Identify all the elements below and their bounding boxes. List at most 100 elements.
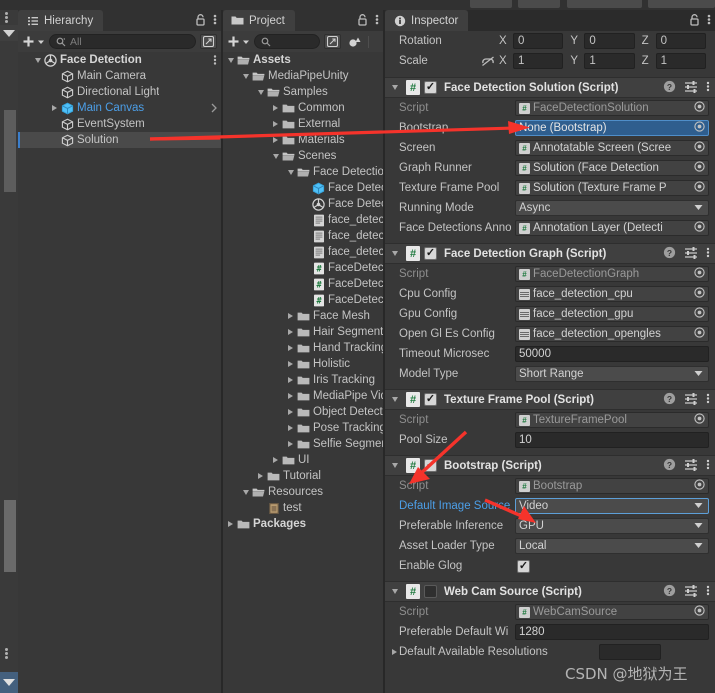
disclosure-down-icon[interactable] (240, 68, 251, 84)
project-item-resources[interactable]: Resources (223, 484, 383, 500)
component-enabled-checkbox[interactable]: ✓ (424, 81, 437, 94)
hierarchy-search-input[interactable]: All (49, 34, 196, 49)
object-picker-icon[interactable] (694, 141, 705, 155)
disclosure-down-icon[interactable] (388, 392, 402, 408)
help-icon[interactable]: ? (663, 458, 676, 474)
project-item-face-detection[interactable]: Face Detection (223, 164, 383, 180)
disclosure-down-icon[interactable] (255, 84, 266, 100)
axis-input-y[interactable]: 0 (584, 33, 635, 49)
object-picker-icon[interactable] (694, 161, 705, 175)
object-picker-icon[interactable] (694, 101, 705, 115)
hierarchy-item-solution[interactable]: Solution (18, 132, 221, 148)
toolbar-layout-dropdown[interactable] (648, 0, 715, 8)
property-value-field[interactable]: face_detection_opengles (515, 326, 709, 342)
disclosure-right-icon[interactable] (49, 100, 60, 116)
component-enabled-checkbox[interactable] (424, 585, 437, 598)
property-checkbox[interactable]: ✓ (517, 559, 530, 573)
project-menu-icon[interactable] (375, 13, 379, 29)
property-value-field[interactable]: face_detection_cpu (515, 286, 709, 302)
hierarchy-item-menu-icon[interactable] (213, 52, 217, 68)
disclosure-right-icon[interactable] (225, 516, 236, 532)
axis-input-z[interactable]: 1 (655, 53, 706, 69)
property-value-field[interactable]: face_detection_gpu (515, 306, 709, 322)
toolbar-button-local[interactable] (518, 0, 560, 8)
object-picker-icon[interactable] (694, 221, 705, 235)
property-value-field[interactable]: Video (515, 498, 709, 514)
project-item-common[interactable]: Common (223, 100, 383, 116)
disclosure-right-icon[interactable] (285, 324, 296, 340)
hierarchy-item-face-detection[interactable]: Face Detection (18, 52, 221, 68)
project-search-input[interactable] (254, 34, 320, 49)
project-tree[interactable]: Assets MediaPipeUnity Samples Common Externa… (223, 52, 383, 693)
inspector-content[interactable]: Rotation X 0 Y 0 Z 0 Scale X 1 Y 1 Z 1 # ✓ Face Detectio… (385, 31, 715, 693)
inspector-menu-icon[interactable] (707, 13, 711, 29)
object-picker-icon[interactable] (694, 287, 705, 301)
component-menu-icon[interactable] (706, 80, 710, 96)
project-item-external[interactable]: External (223, 116, 383, 132)
hierarchy-add-button[interactable] (22, 35, 45, 48)
help-icon[interactable]: ? (663, 584, 676, 600)
hierarchy-item-eventsystem[interactable]: EventSystem (18, 116, 221, 132)
hierarchy-lock-icon[interactable] (195, 13, 206, 29)
disclosure-right-icon[interactable] (285, 436, 296, 452)
component-enabled-checkbox[interactable]: ✓ (424, 393, 437, 406)
object-picker-icon[interactable] (694, 479, 705, 493)
disclosure-right-icon[interactable] (270, 132, 281, 148)
object-picker-icon[interactable] (694, 181, 705, 195)
preset-icon[interactable] (684, 80, 698, 96)
toolbar-button-pivot[interactable] (470, 0, 512, 8)
property-value-field[interactable]: None (Bootstrap) (515, 120, 709, 136)
component-header-texture-frame-pool-script-[interactable]: # ✓ Texture Frame Pool (Script)? (385, 389, 715, 410)
disclosure-right-icon[interactable] (270, 100, 281, 116)
chevron-down-icon[interactable] (694, 520, 705, 532)
project-item-samples[interactable]: Samples (223, 84, 383, 100)
chevron-down-icon[interactable] (694, 500, 705, 512)
disclosure-right-icon[interactable] (270, 116, 281, 132)
object-picker-icon[interactable] (694, 307, 705, 321)
component-menu-icon[interactable] (706, 458, 710, 474)
hierarchy-item-main-camera[interactable]: Main Camera (18, 68, 221, 84)
project-item-mediapipeunity[interactable]: MediaPipeUnity (223, 68, 383, 84)
chevron-down-icon[interactable] (694, 368, 705, 380)
left-dock-bottom-menu-icon[interactable] (5, 648, 8, 659)
hierarchy-menu-icon[interactable] (213, 13, 217, 29)
disclosure-down-icon[interactable] (285, 164, 296, 180)
component-menu-icon[interactable] (706, 584, 710, 600)
property-value-field[interactable]: # Bootstrap (515, 478, 709, 494)
disclosure-right-icon[interactable] (285, 420, 296, 436)
project-filter-label-icon[interactable] (368, 35, 374, 48)
property-value-field[interactable]: # Solution (Texture Frame P (515, 180, 709, 196)
object-picker-icon[interactable] (694, 267, 705, 281)
property-value-field[interactable]: Local (515, 538, 709, 554)
tab-inspector[interactable]: Inspector (385, 10, 469, 31)
disclosure-right-icon[interactable] (255, 468, 266, 484)
property-value-field[interactable]: 50000 (515, 346, 709, 362)
tab-hierarchy[interactable]: Hierarchy (18, 10, 104, 31)
component-menu-icon[interactable] (706, 392, 710, 408)
axis-input-y[interactable]: 1 (584, 53, 635, 69)
left-dock-bottom-dropdown-icon[interactable] (0, 672, 18, 693)
project-item-scenes[interactable]: Scenes (223, 148, 383, 164)
property-value-field[interactable]: # WebCamSource (515, 604, 709, 620)
left-dock-dropdown-icon[interactable] (0, 25, 18, 41)
disclosure-right-icon[interactable] (285, 404, 296, 420)
property-value-field[interactable]: # TextureFramePool (515, 412, 709, 428)
disclosure-down-icon[interactable] (388, 458, 402, 474)
axis-input-x[interactable]: 0 (513, 33, 564, 49)
disclosure-right-icon[interactable] (285, 356, 296, 372)
property-value-field[interactable]: # Annotation Layer (Detecti (515, 220, 709, 236)
preset-icon[interactable] (684, 458, 698, 474)
project-item-selfie-segmentation[interactable]: Selfie Segmentation (223, 436, 383, 452)
project-item-holistic[interactable]: Holistic (223, 356, 383, 372)
hierarchy-tree[interactable]: Face Detection Main Camera Directional Lig… (18, 52, 221, 693)
disclosure-down-icon[interactable] (240, 484, 251, 500)
property-value-field[interactable]: # Solution (Face Detection (515, 160, 709, 176)
component-menu-icon[interactable] (706, 246, 710, 262)
hierarchy-item-main-canvas[interactable]: Main Canvas (18, 100, 221, 116)
project-item-materials[interactable]: Materials (223, 132, 383, 148)
left-dock-scrollbar-2[interactable] (4, 500, 16, 572)
toolbar-layers-dropdown[interactable] (567, 0, 642, 8)
axis-input-z[interactable]: 0 (655, 33, 706, 49)
object-picker-icon[interactable] (694, 605, 705, 619)
object-picker-icon[interactable] (694, 327, 705, 341)
